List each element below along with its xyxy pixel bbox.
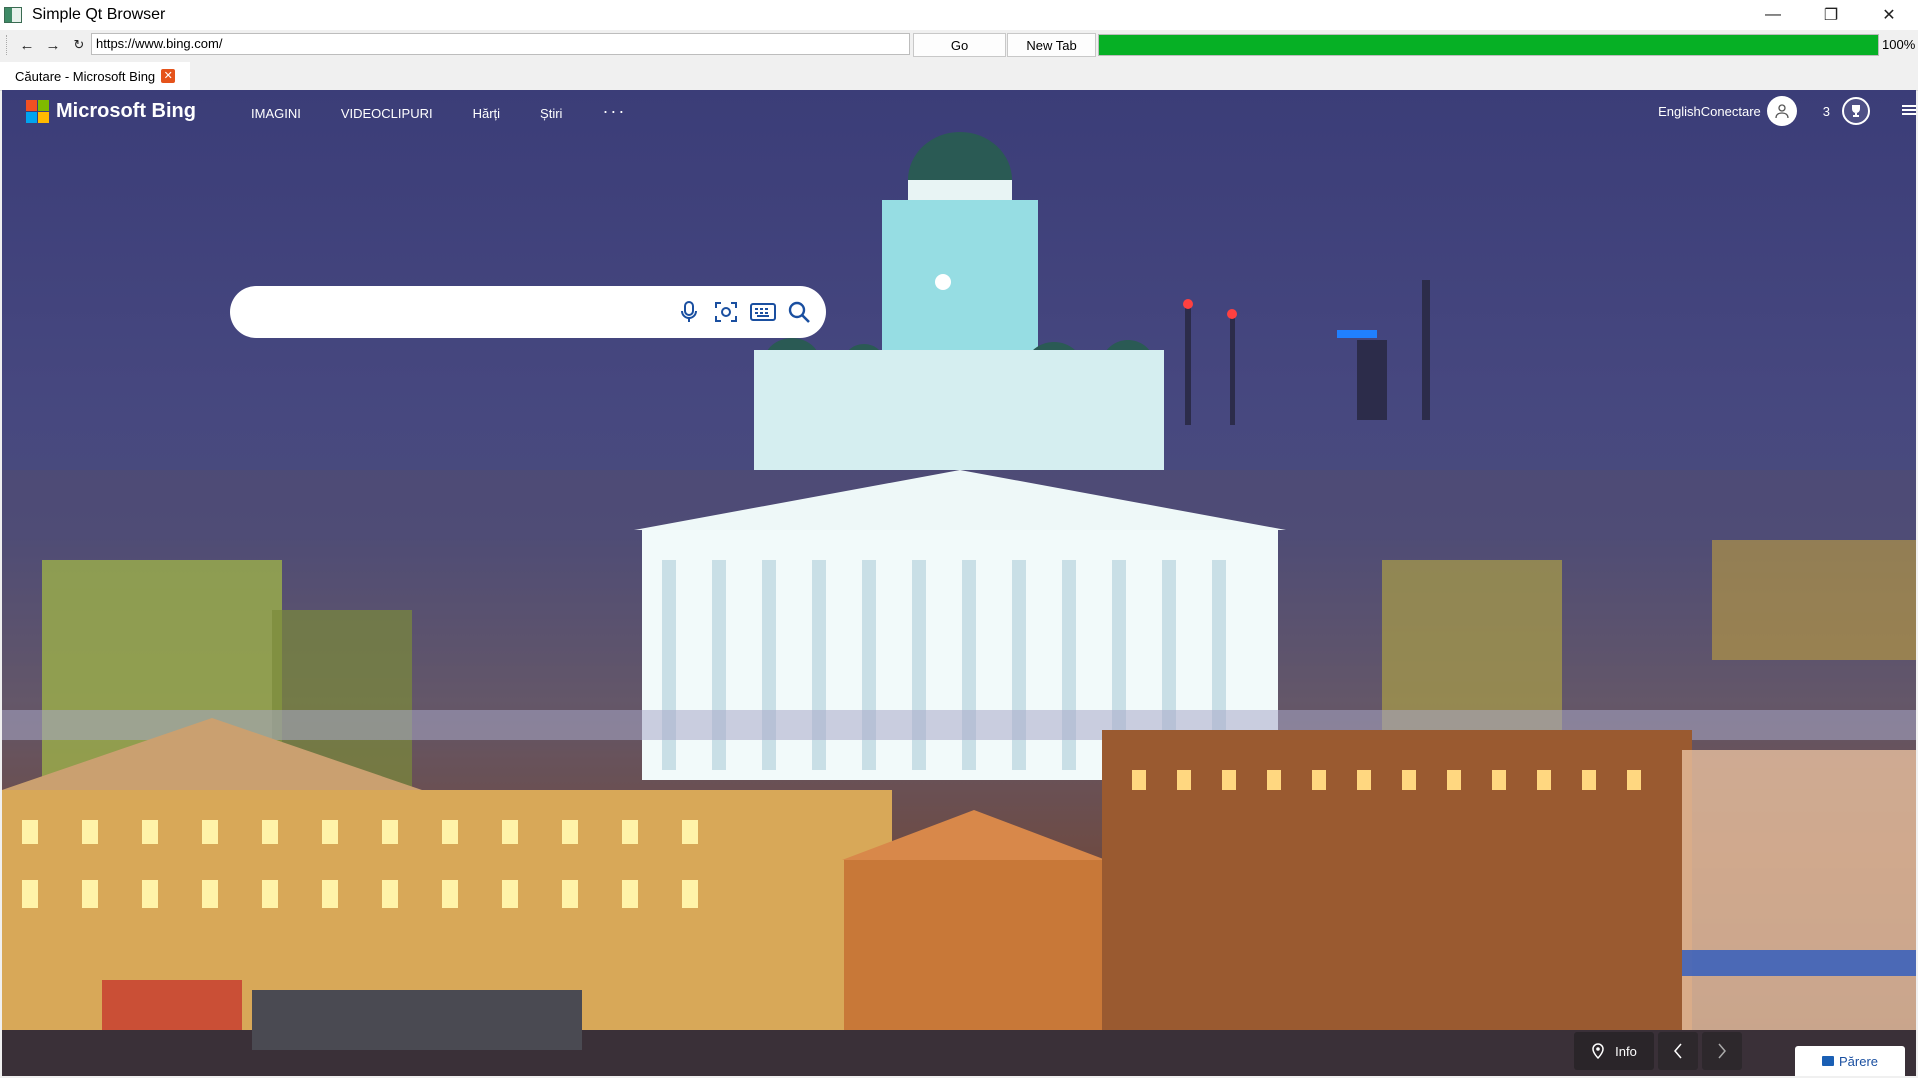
- url-input[interactable]: https://www.bing.com/: [91, 33, 910, 55]
- chevron-left-icon: [1674, 1043, 1682, 1059]
- web-view: Microsoft Bing IMAGINI VIDEOCLIPURI Hărț…: [2, 90, 1916, 1076]
- more-icon[interactable]: ···: [602, 102, 626, 121]
- rewards-trophy-icon[interactable]: [1842, 97, 1870, 125]
- header-right: EnglishConectare 3: [1658, 96, 1916, 126]
- back-button[interactable]: ←: [14, 34, 40, 56]
- load-progress-bar: [1098, 34, 1879, 56]
- nav-videos[interactable]: VIDEOCLIPURI: [341, 106, 433, 121]
- tab-bing[interactable]: Căutare - Microsoft Bing ✕: [0, 62, 190, 90]
- location-pin-icon: [1592, 1043, 1604, 1059]
- nav-images[interactable]: IMAGINI: [251, 106, 301, 121]
- bing-header: Microsoft Bing IMAGINI VIDEOCLIPURI Hărț…: [2, 90, 1916, 146]
- previous-image-button[interactable]: [1658, 1032, 1698, 1070]
- image-info-button[interactable]: Info: [1574, 1032, 1654, 1070]
- reload-button[interactable]: ↻: [66, 34, 92, 56]
- window-titlebar: Simple Qt Browser — ❐ ✕: [0, 0, 1918, 30]
- keyboard-icon[interactable]: [750, 299, 776, 325]
- next-image-button[interactable]: [1702, 1032, 1742, 1070]
- hamburger-menu-icon[interactable]: [1902, 103, 1916, 120]
- forward-button[interactable]: →: [40, 34, 66, 56]
- bing-logo[interactable]: Microsoft Bing: [26, 100, 196, 123]
- microphone-icon[interactable]: [676, 299, 702, 325]
- user-avatar-icon[interactable]: [1766, 96, 1797, 126]
- tab-label: Căutare - Microsoft Bing: [15, 68, 156, 84]
- background-photo: [2, 132, 1916, 1076]
- feedback-button[interactable]: Părere: [1795, 1046, 1905, 1076]
- language-signin-link[interactable]: EnglishConectare: [1658, 104, 1761, 119]
- chevron-right-icon: [1718, 1043, 1726, 1059]
- go-button[interactable]: Go: [913, 33, 1006, 57]
- restore-button[interactable]: ❐: [1802, 0, 1860, 30]
- search-input[interactable]: [250, 300, 654, 326]
- feedback-icon: [1821, 1056, 1834, 1066]
- close-tab-icon[interactable]: ✕: [161, 69, 176, 83]
- microsoft-logo-icon: [26, 100, 49, 123]
- visual-search-icon[interactable]: [713, 299, 739, 325]
- minimize-button[interactable]: —: [1744, 0, 1802, 30]
- nav-news[interactable]: Știri: [540, 106, 562, 121]
- window-title: Simple Qt Browser: [32, 6, 166, 23]
- navigation-toolbar: ← → ↻ https://www.bing.com/ Go New Tab 1…: [0, 32, 1918, 58]
- search-icon[interactable]: [786, 299, 812, 325]
- progress-fill: [1099, 35, 1878, 55]
- info-label: Info: [1615, 1043, 1637, 1059]
- bing-logo-text: Microsoft Bing: [56, 100, 196, 122]
- progress-percent: 100%: [1882, 37, 1916, 52]
- tab-bar: Căutare - Microsoft Bing ✕: [0, 62, 1918, 91]
- search-box: [230, 286, 826, 338]
- app-icon: [4, 7, 22, 23]
- nav-maps[interactable]: Hărți: [473, 106, 500, 121]
- feedback-label: Părere: [1838, 1053, 1879, 1069]
- toolbar-grip[interactable]: [6, 35, 10, 55]
- new-tab-button[interactable]: New Tab: [1007, 33, 1096, 57]
- bing-nav: IMAGINI VIDEOCLIPURI Hărți Știri ···: [251, 102, 626, 121]
- window-controls: — ❐ ✕: [1744, 0, 1918, 30]
- close-window-button[interactable]: ✕: [1860, 0, 1918, 30]
- rewards-count: 3: [1822, 103, 1830, 119]
